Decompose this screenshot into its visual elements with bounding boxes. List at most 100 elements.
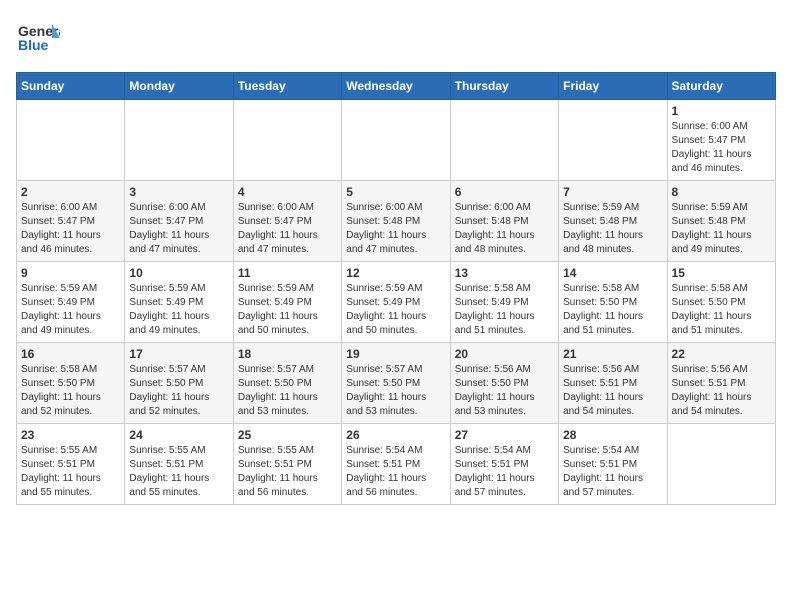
day-info: Sunrise: 5:59 AM Sunset: 5:48 PM Dayligh… <box>672 201 771 257</box>
calendar-week-row: 2 Sunrise: 6:00 AM Sunset: 5:47 PM Daylig… <box>17 181 776 262</box>
calendar-cell: 21 Sunrise: 5:56 AM Sunset: 5:51 PM Dayli… <box>559 343 667 424</box>
weekday-header-thursday: Thursday <box>450 73 558 100</box>
calendar-cell: 15 Sunrise: 5:58 AM Sunset: 5:50 PM Dayli… <box>667 262 775 343</box>
calendar-cell: 5Sunrise: 6:00 AM Sunset: 5:48 PM Daylig… <box>342 181 450 262</box>
calendar-cell: 18 Sunrise: 5:57 AM Sunset: 5:50 PM Dayli… <box>233 343 341 424</box>
calendar-cell: 6 Sunrise: 6:00 AM Sunset: 5:48 PM Daylig… <box>450 181 558 262</box>
calendar-cell: 9 Sunrise: 5:59 AM Sunset: 5:49 PM Daylig… <box>17 262 125 343</box>
calendar-cell: 4 Sunrise: 6:00 AM Sunset: 5:47 PM Daylig… <box>233 181 341 262</box>
day-info: Sunrise: 5:56 AM Sunset: 5:50 PM Dayligh… <box>455 363 554 419</box>
calendar-table: SundayMondayTuesdayWednesdayThursdayFrid… <box>16 72 776 505</box>
svg-text:Blue: Blue <box>18 37 49 53</box>
calendar-header-row: SundayMondayTuesdayWednesdayThursdayFrid… <box>17 73 776 100</box>
calendar-cell: 28Sunrise: 5:54 AM Sunset: 5:51 PM Dayli… <box>559 424 667 505</box>
calendar-cell <box>125 100 233 181</box>
calendar-cell <box>667 424 775 505</box>
day-number: 11 <box>238 266 337 280</box>
weekday-header-wednesday: Wednesday <box>342 73 450 100</box>
calendar-cell: 14 Sunrise: 5:58 AM Sunset: 5:50 PM Dayli… <box>559 262 667 343</box>
day-info: Sunrise: 5:59 AM Sunset: 5:49 PM Dayligh… <box>21 282 120 338</box>
calendar-cell: 27 Sunrise: 5:54 AM Sunset: 5:51 PM Dayli… <box>450 424 558 505</box>
calendar-week-row: 1 Sunrise: 6:00 AM Sunset: 5:47 PM Daylig… <box>17 100 776 181</box>
day-number: 17 <box>129 347 228 361</box>
day-info: Sunrise: 5:59 AM Sunset: 5:49 PM Dayligh… <box>129 282 228 338</box>
day-info: Sunrise: 5:59 AM Sunset: 5:49 PM Dayligh… <box>238 282 337 338</box>
calendar-cell: 20 Sunrise: 5:56 AM Sunset: 5:50 PM Dayli… <box>450 343 558 424</box>
day-info: Sunrise: 5:55 AM Sunset: 5:51 PM Dayligh… <box>238 444 337 500</box>
weekday-header-tuesday: Tuesday <box>233 73 341 100</box>
calendar-cell: 7Sunrise: 5:59 AM Sunset: 5:48 PM Daylig… <box>559 181 667 262</box>
day-number: 27 <box>455 428 554 442</box>
day-info: Sunrise: 5:59 AM Sunset: 5:48 PM Dayligh… <box>563 201 662 257</box>
day-number: 26 <box>346 428 445 442</box>
weekday-header-saturday: Saturday <box>667 73 775 100</box>
day-info: Sunrise: 5:55 AM Sunset: 5:51 PM Dayligh… <box>21 444 120 500</box>
calendar-cell: 8 Sunrise: 5:59 AM Sunset: 5:48 PM Daylig… <box>667 181 775 262</box>
day-info: Sunrise: 5:56 AM Sunset: 5:51 PM Dayligh… <box>672 363 771 419</box>
day-info: Sunrise: 5:56 AM Sunset: 5:51 PM Dayligh… <box>563 363 662 419</box>
calendar-cell: 1 Sunrise: 6:00 AM Sunset: 5:47 PM Daylig… <box>667 100 775 181</box>
day-number: 4 <box>238 185 337 199</box>
day-info: Sunrise: 5:59 AM Sunset: 5:49 PM Dayligh… <box>346 282 445 338</box>
calendar-cell: 16 Sunrise: 5:58 AM Sunset: 5:50 PM Dayli… <box>17 343 125 424</box>
logo-icon: General Blue <box>16 16 60 60</box>
calendar-cell: 19Sunrise: 5:57 AM Sunset: 5:50 PM Dayli… <box>342 343 450 424</box>
page-header: General Blue <box>16 16 776 60</box>
day-info: Sunrise: 5:58 AM Sunset: 5:50 PM Dayligh… <box>672 282 771 338</box>
day-info: Sunrise: 5:57 AM Sunset: 5:50 PM Dayligh… <box>129 363 228 419</box>
day-number: 21 <box>563 347 662 361</box>
calendar-cell: 13 Sunrise: 5:58 AM Sunset: 5:49 PM Dayli… <box>450 262 558 343</box>
day-number: 19 <box>346 347 445 361</box>
day-number: 28 <box>563 428 662 442</box>
day-info: Sunrise: 6:00 AM Sunset: 5:47 PM Dayligh… <box>129 201 228 257</box>
day-info: Sunrise: 6:00 AM Sunset: 5:47 PM Dayligh… <box>21 201 120 257</box>
day-info: Sunrise: 5:58 AM Sunset: 5:50 PM Dayligh… <box>21 363 120 419</box>
calendar-cell: 12 Sunrise: 5:59 AM Sunset: 5:49 PM Dayli… <box>342 262 450 343</box>
calendar-cell: 25Sunrise: 5:55 AM Sunset: 5:51 PM Dayli… <box>233 424 341 505</box>
day-info: Sunrise: 5:55 AM Sunset: 5:51 PM Dayligh… <box>129 444 228 500</box>
day-number: 8 <box>672 185 771 199</box>
weekday-header-friday: Friday <box>559 73 667 100</box>
day-info: Sunrise: 6:00 AM Sunset: 5:48 PM Dayligh… <box>455 201 554 257</box>
day-info: Sunrise: 5:54 AM Sunset: 5:51 PM Dayligh… <box>455 444 554 500</box>
day-number: 22 <box>672 347 771 361</box>
day-number: 18 <box>238 347 337 361</box>
calendar-cell: 3Sunrise: 6:00 AM Sunset: 5:47 PM Daylig… <box>125 181 233 262</box>
calendar-cell: 26 Sunrise: 5:54 AM Sunset: 5:51 PM Dayli… <box>342 424 450 505</box>
day-number: 12 <box>346 266 445 280</box>
logo: General Blue <box>16 16 62 60</box>
day-info: Sunrise: 5:57 AM Sunset: 5:50 PM Dayligh… <box>238 363 337 419</box>
calendar-week-row: 16 Sunrise: 5:58 AM Sunset: 5:50 PM Dayli… <box>17 343 776 424</box>
calendar-cell <box>450 100 558 181</box>
calendar-cell: 23 Sunrise: 5:55 AM Sunset: 5:51 PM Dayli… <box>17 424 125 505</box>
day-info: Sunrise: 6:00 AM Sunset: 5:47 PM Dayligh… <box>672 120 771 176</box>
day-number: 14 <box>563 266 662 280</box>
day-number: 20 <box>455 347 554 361</box>
day-number: 16 <box>21 347 120 361</box>
weekday-header-sunday: Sunday <box>17 73 125 100</box>
day-number: 13 <box>455 266 554 280</box>
calendar-cell <box>17 100 125 181</box>
calendar-week-row: 9 Sunrise: 5:59 AM Sunset: 5:49 PM Daylig… <box>17 262 776 343</box>
day-number: 6 <box>455 185 554 199</box>
day-number: 1 <box>672 104 771 118</box>
calendar-cell: 11 Sunrise: 5:59 AM Sunset: 5:49 PM Dayli… <box>233 262 341 343</box>
calendar-cell: 24 Sunrise: 5:55 AM Sunset: 5:51 PM Dayli… <box>125 424 233 505</box>
day-info: Sunrise: 6:00 AM Sunset: 5:47 PM Dayligh… <box>238 201 337 257</box>
calendar-cell: 17 Sunrise: 5:57 AM Sunset: 5:50 PM Dayli… <box>125 343 233 424</box>
calendar-cell <box>559 100 667 181</box>
calendar-cell <box>233 100 341 181</box>
day-info: Sunrise: 5:54 AM Sunset: 5:51 PM Dayligh… <box>346 444 445 500</box>
calendar-cell: 10 Sunrise: 5:59 AM Sunset: 5:49 PM Dayli… <box>125 262 233 343</box>
calendar-cell <box>342 100 450 181</box>
weekday-header-monday: Monday <box>125 73 233 100</box>
day-number: 23 <box>21 428 120 442</box>
day-number: 24 <box>129 428 228 442</box>
day-number: 2 <box>21 185 120 199</box>
day-info: Sunrise: 5:58 AM Sunset: 5:50 PM Dayligh… <box>563 282 662 338</box>
calendar-week-row: 23 Sunrise: 5:55 AM Sunset: 5:51 PM Dayli… <box>17 424 776 505</box>
day-number: 10 <box>129 266 228 280</box>
day-number: 15 <box>672 266 771 280</box>
day-number: 9 <box>21 266 120 280</box>
day-info: Sunrise: 5:58 AM Sunset: 5:49 PM Dayligh… <box>455 282 554 338</box>
